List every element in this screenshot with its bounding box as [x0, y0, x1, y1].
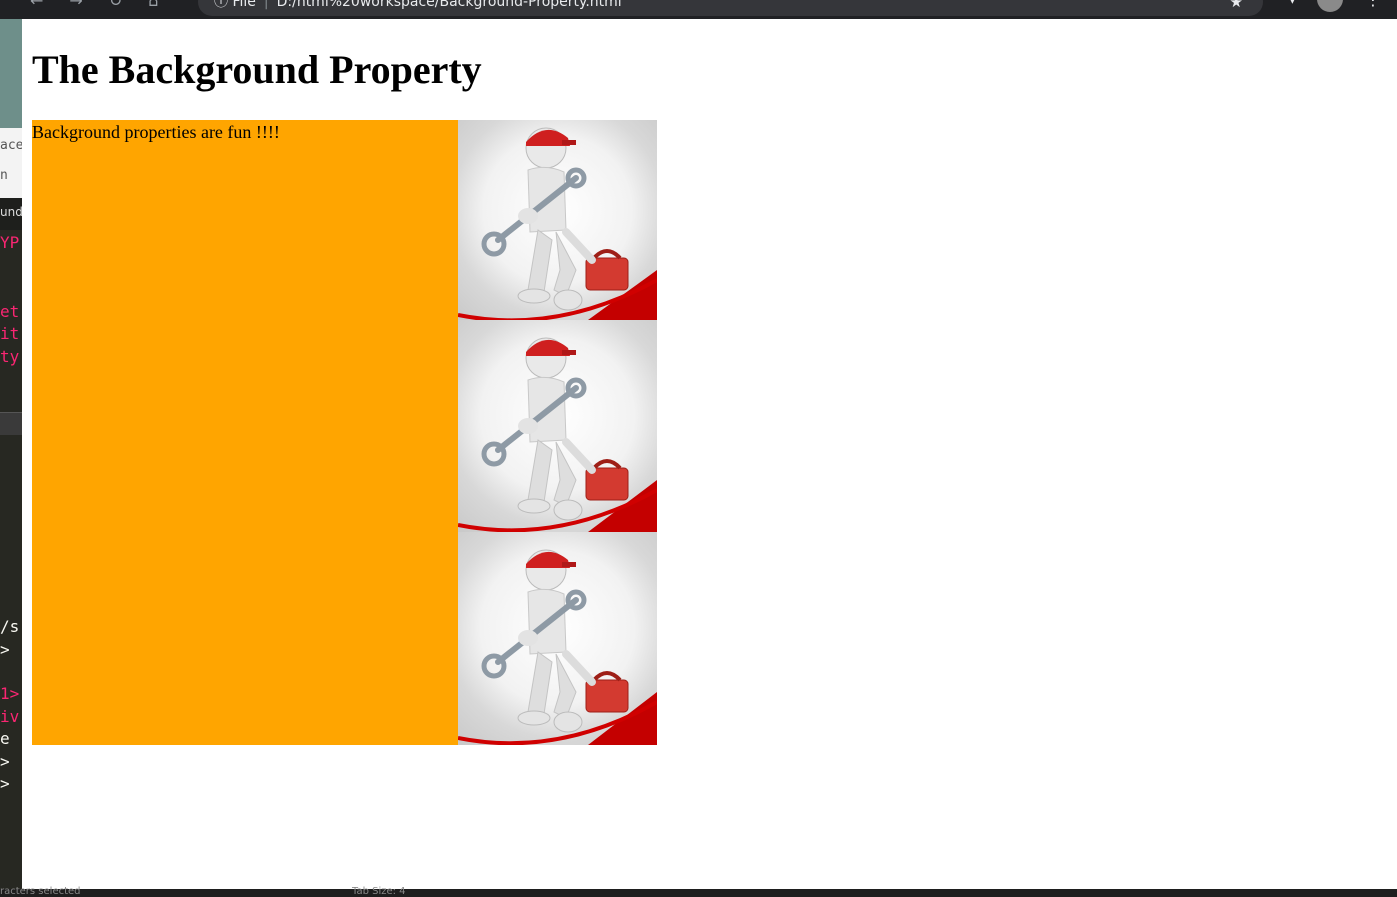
reload-icon[interactable]: ↻ — [109, 0, 122, 10]
editor-tab-label: und- — [0, 205, 22, 219]
page-viewport: The Background Property Background prope… — [22, 19, 1397, 889]
browser-toolbar: ← → ↻ ⌂ ⓘ File | D:/html%20workspace/Backg… — [0, 0, 1397, 19]
code-line: ty — [0, 347, 20, 366]
code-line: > — [0, 640, 10, 659]
code-line: et — [0, 302, 20, 321]
code-line: > — [0, 752, 10, 771]
code-line: 1> — [0, 684, 20, 703]
code-line: > — [0, 774, 10, 793]
code-line: iv — [0, 707, 20, 726]
code-line: e — [0, 729, 10, 748]
back-icon[interactable]: ← — [30, 0, 43, 10]
profile-avatar[interactable] — [1317, 0, 1343, 12]
mechanic-icon — [458, 549, 657, 745]
page-title: The Background Property — [32, 47, 482, 92]
mechanic-icon — [458, 337, 657, 532]
desktop-wallpaper — [0, 0, 22, 128]
address-bar[interactable]: ⓘ File | D:/html%20workspace/Background-Pr… — [198, 0, 1263, 16]
nav-buttons: ← → ↻ ⌂ — [30, 0, 158, 10]
home-icon[interactable]: ⌂ — [148, 0, 158, 10]
mechanic-image-tile — [458, 120, 657, 320]
status-tab-size[interactable]: Tab Size: 4 — [352, 886, 406, 897]
background-editor-window: ace n und- YP et it ty /s > 1> iv e > > — [0, 0, 22, 897]
box-text: Background properties are fun !!!! — [32, 122, 280, 142]
mechanic-image-tile — [458, 532, 657, 745]
panel-line: n — [0, 168, 8, 183]
star-icon[interactable]: ★ — [1230, 0, 1243, 16]
editor-side-panel: ace n — [0, 128, 22, 198]
editor-tab[interactable]: und- — [0, 198, 22, 230]
address-separator: | — [263, 0, 269, 10]
panel-line: ace — [0, 138, 22, 153]
mechanic-icon — [458, 127, 657, 320]
menu-icon[interactable]: ⋮ — [1365, 0, 1381, 9]
mechanic-image-tile — [458, 320, 657, 532]
code-line: it — [0, 324, 20, 343]
editor-status-bar: racters selected Tab Size: 4 — [0, 886, 1397, 897]
code-line: YP — [0, 233, 20, 252]
address-path: D:/html%20workspace/Background-Property.… — [276, 0, 622, 10]
code-line: /s — [0, 617, 20, 636]
address-scheme: File — [232, 0, 256, 10]
extension-icon[interactable]: ▼ — [1287, 0, 1298, 6]
forward-icon[interactable]: → — [69, 0, 82, 10]
status-selection: racters selected — [0, 886, 81, 897]
background-box: Background properties are fun !!!! — [32, 120, 657, 745]
info-icon[interactable]: ⓘ — [214, 0, 228, 10]
editor-divider — [0, 412, 22, 435]
